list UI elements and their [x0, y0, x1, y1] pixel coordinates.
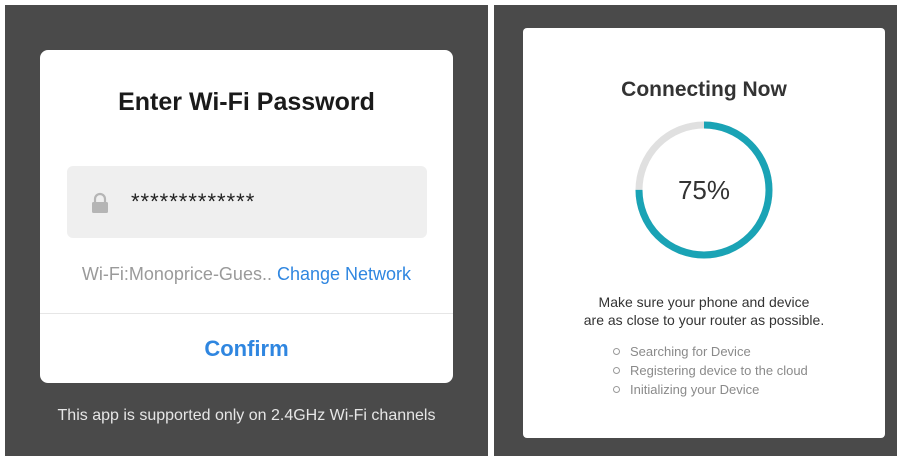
proximity-hint: Make sure your phone and device are as c…: [523, 293, 885, 329]
connection-steps: Searching for Device Registering device …: [613, 342, 808, 399]
password-input[interactable]: [131, 189, 411, 215]
circle-bullet-icon: [613, 367, 620, 374]
screenshot-root: Enter Wi-Fi Password Wi-Fi:Monoprice-Gue…: [0, 0, 902, 461]
lock-icon: [92, 192, 108, 213]
circle-bullet-icon: [613, 386, 620, 393]
step-item: Registering device to the cloud: [613, 361, 808, 380]
progress-percent: 75%: [677, 175, 731, 205]
change-network-link[interactable]: Change Network: [277, 264, 411, 284]
hint-line: are as close to your router as possible.: [583, 312, 825, 328]
step-label: Registering device to the cloud: [630, 363, 808, 378]
step-item: Searching for Device: [613, 342, 808, 361]
support-note: This app is supported only on 2.4GHz Wi-…: [57, 407, 436, 424]
password-screen: Enter Wi-Fi Password Wi-Fi:Monoprice-Gue…: [5, 5, 488, 456]
hint-line: Make sure your phone and device: [598, 294, 810, 310]
dialog-title: Enter Wi-Fi Password: [118, 88, 375, 116]
password-field[interactable]: [67, 166, 427, 238]
confirm-button[interactable]: Confirm: [40, 314, 453, 383]
step-item: Initializing your Device: [613, 380, 808, 399]
connecting-card: Connecting Now 75% Make sure your phone …: [523, 28, 885, 438]
circle-bullet-icon: [613, 348, 620, 355]
step-label: Initializing your Device: [630, 382, 760, 397]
connecting-title: Connecting Now: [621, 78, 787, 101]
step-label: Searching for Device: [630, 344, 751, 359]
network-row: Wi-Fi:Monoprice-Gues.. Change Network: [40, 264, 453, 285]
network-name: Wi-Fi:Monoprice-Gues..: [81, 264, 272, 284]
connecting-screen: Connecting Now 75% Make sure your phone …: [494, 5, 897, 456]
password-dialog: Enter Wi-Fi Password Wi-Fi:Monoprice-Gue…: [40, 50, 453, 383]
